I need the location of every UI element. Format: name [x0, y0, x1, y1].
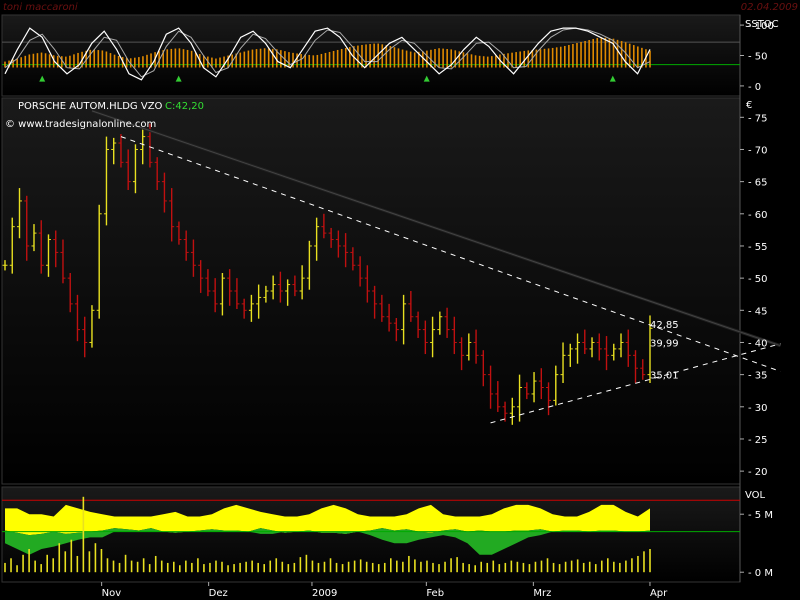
price-annotation: 35,01 — [650, 371, 679, 382]
chart-canvas: SSTOC- 100- 50- 0 42,8539,9935,01PORSCHE… — [1, 14, 781, 599]
vol-title: VOL — [745, 490, 766, 501]
price-tick-label: - 30 — [748, 403, 768, 414]
sstoc-tick-label: - 100 — [748, 21, 774, 32]
x-tick-label: Mrz — [533, 588, 551, 599]
vol-tick-label: - 5 M — [748, 510, 773, 521]
vol-tick-label: - 0 M — [748, 568, 773, 579]
price-tick-label: - 45 — [748, 306, 768, 317]
price-annotation: 39,99 — [650, 339, 679, 350]
price-tick-label: - 50 — [748, 274, 768, 285]
price-annotation: 42,85 — [650, 320, 679, 331]
x-tick-label: Dez — [209, 588, 228, 599]
price-tick-label: - 25 — [748, 435, 768, 446]
price-tick-label: - 40 — [748, 338, 768, 349]
price-tick-label: - 75 — [748, 113, 768, 124]
x-tick-label: Apr — [650, 588, 668, 599]
x-tick-label: 2009 — [312, 588, 337, 599]
source-label: © www.tradesignalonline.com — [5, 119, 156, 130]
price-tick-label: - 70 — [748, 145, 768, 156]
price-tick-label: - 35 — [748, 371, 768, 382]
price-tick-label: - 65 — [748, 178, 768, 189]
price-tick-label: - 20 — [748, 467, 768, 478]
price-title: PORSCHE AUTOM.HLDG VZO — [18, 101, 163, 112]
x-tick-label: Nov — [102, 588, 122, 599]
price-tick-label: - 60 — [748, 210, 768, 221]
sstoc-tick-label: - 0 — [748, 82, 761, 93]
sstoc-tick-label: - 50 — [748, 52, 768, 63]
currency-label: € — [746, 100, 752, 111]
last-close-label: C:42,20 — [165, 101, 204, 112]
x-tick-label: Feb — [426, 588, 444, 599]
price-tick-label: - 55 — [748, 242, 768, 253]
price-panel — [1, 97, 741, 485]
